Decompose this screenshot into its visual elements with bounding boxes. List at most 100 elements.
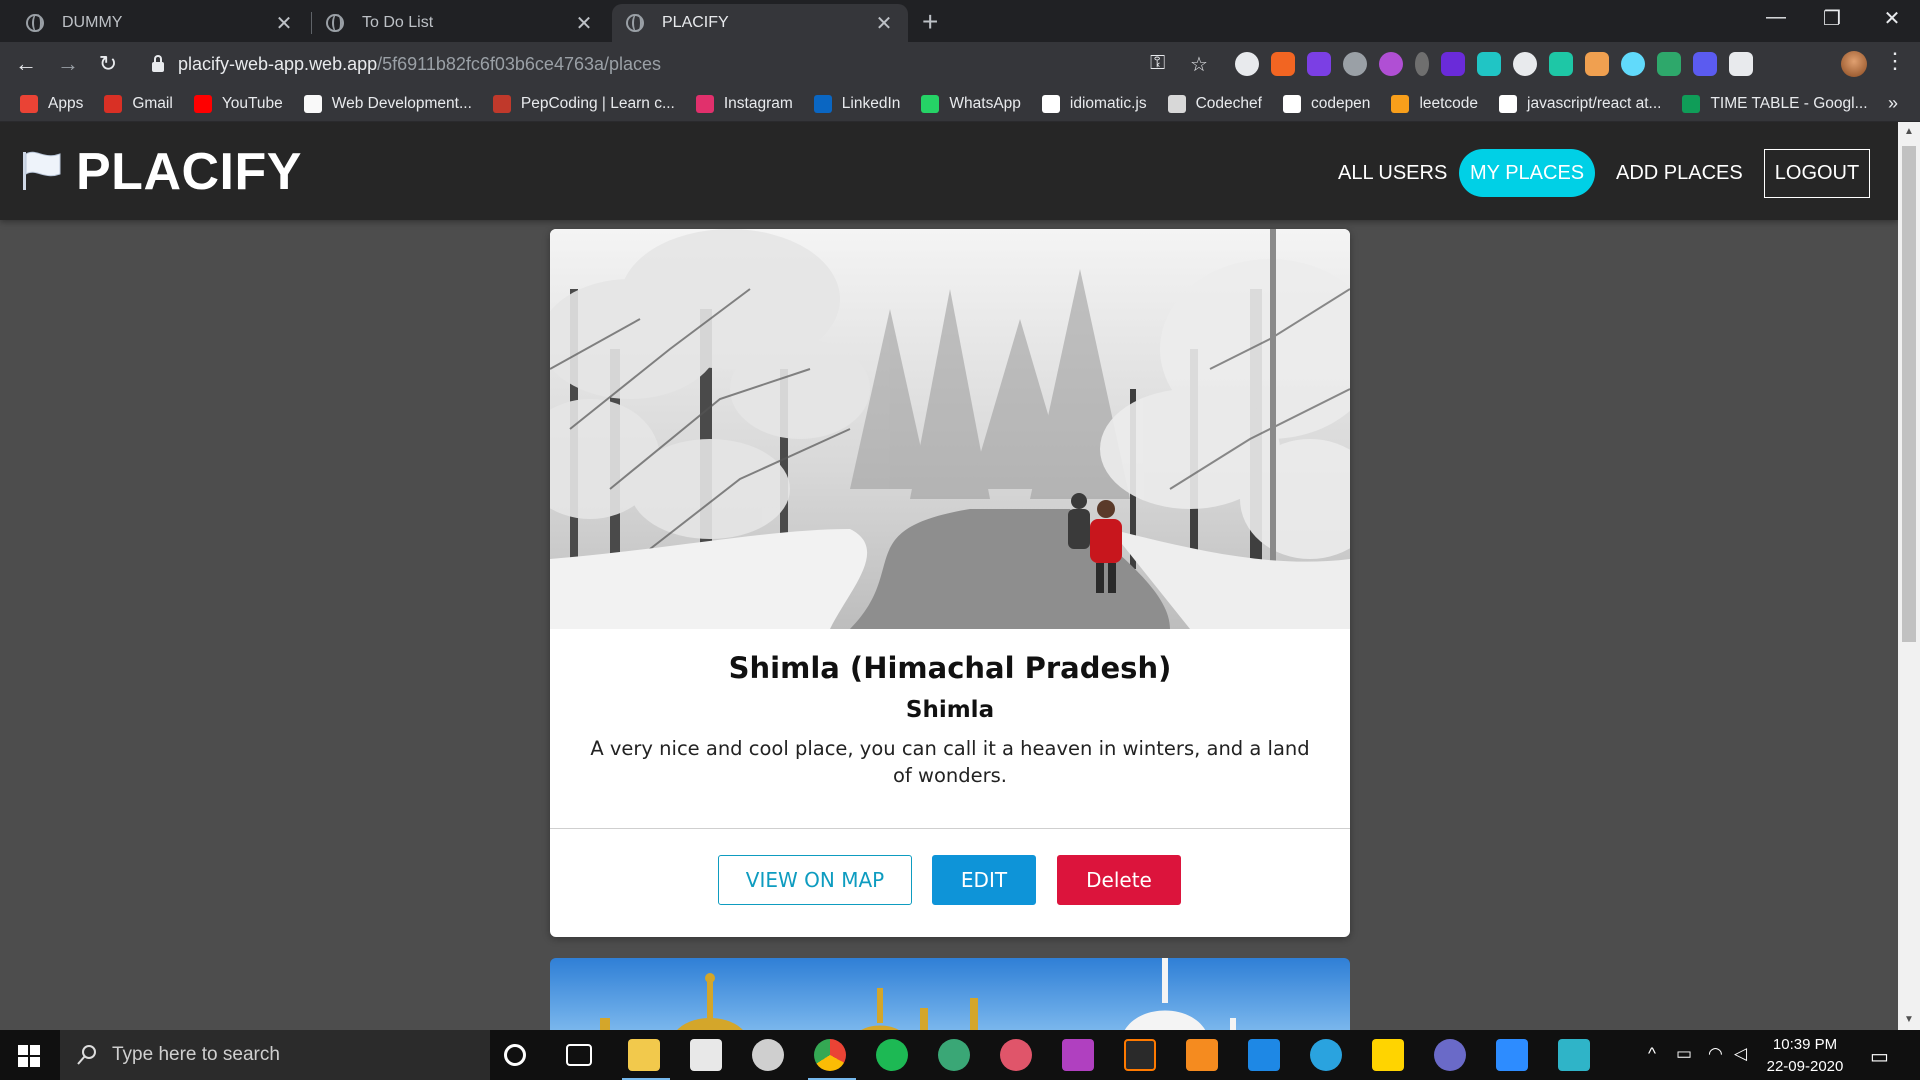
tab-placify[interactable]: PLACIFY ✕ bbox=[612, 4, 908, 42]
place-card-actions: VIEW ON MAP EDIT Delete bbox=[550, 829, 1350, 937]
star-icon[interactable]: ☆ bbox=[1190, 52, 1208, 77]
task-view-icon[interactable] bbox=[566, 1044, 592, 1066]
bookmark-item[interactable]: Apps bbox=[20, 94, 83, 113]
instagram-icon bbox=[695, 94, 714, 113]
bookmark-item[interactable]: Web Development... bbox=[303, 94, 472, 113]
spotify-icon[interactable] bbox=[876, 1039, 908, 1071]
close-tab-icon[interactable]: ✕ bbox=[274, 11, 294, 36]
web-page: PLACIFY ALL USERS MY PLACES ADD PLACES L… bbox=[0, 122, 1898, 1030]
zoom-icon[interactable] bbox=[1496, 1039, 1528, 1071]
notifications-icon[interactable]: ▭ bbox=[1870, 1044, 1889, 1069]
app-header: PLACIFY ALL USERS MY PLACES ADD PLACES L… bbox=[0, 122, 1898, 220]
new-tab-icon[interactable]: + bbox=[922, 6, 938, 38]
eclipse-icon[interactable] bbox=[1434, 1039, 1466, 1071]
intellij-icon[interactable] bbox=[1062, 1039, 1094, 1071]
bookmark-item[interactable]: YouTube bbox=[193, 94, 283, 113]
nav-add-places[interactable]: ADD PLACES bbox=[1606, 149, 1753, 197]
flag-logo-icon[interactable] bbox=[20, 150, 64, 192]
bookmark-item[interactable]: idiomatic.js bbox=[1041, 94, 1147, 113]
logout-button[interactable]: LOGOUT bbox=[1764, 149, 1870, 198]
onenote-icon[interactable] bbox=[1307, 52, 1331, 76]
extension-icon[interactable] bbox=[1585, 52, 1609, 76]
sticky-notes-icon[interactable] bbox=[1372, 1039, 1404, 1071]
bookmark-item[interactable]: codepen bbox=[1282, 94, 1371, 113]
profile-avatar[interactable] bbox=[1841, 51, 1867, 77]
close-window-icon[interactable]: ✕ bbox=[1872, 6, 1912, 31]
nav-all-users[interactable]: ALL USERS bbox=[1328, 149, 1457, 197]
bookmark-item[interactable]: leetcode bbox=[1391, 94, 1478, 113]
close-tab-icon[interactable]: ✕ bbox=[574, 11, 594, 36]
telegram-icon[interactable] bbox=[1310, 1039, 1342, 1071]
terminal-icon[interactable] bbox=[1124, 1039, 1156, 1071]
atom-icon[interactable] bbox=[938, 1039, 970, 1071]
extension-icon[interactable] bbox=[1415, 52, 1429, 76]
sublime-text-icon[interactable] bbox=[1186, 1039, 1218, 1071]
taskbar-clock[interactable]: 10:39 PM 22-09-2020 bbox=[1760, 1034, 1850, 1078]
extension-icon[interactable] bbox=[1477, 52, 1501, 76]
file-explorer-icon[interactable] bbox=[628, 1039, 660, 1071]
back-arrow-icon[interactable]: ← bbox=[10, 48, 42, 80]
globe-icon bbox=[326, 14, 344, 32]
bookmark-item[interactable]: Instagram bbox=[695, 94, 793, 113]
close-tab-icon[interactable]: ✕ bbox=[874, 11, 894, 36]
bookmark-label: TIME TABLE - Googl... bbox=[1710, 94, 1868, 112]
wifi-icon[interactable]: ◠ bbox=[1708, 1044, 1723, 1064]
bookmark-item[interactable]: LinkedIn bbox=[813, 94, 900, 113]
view-on-map-button[interactable]: VIEW ON MAP bbox=[718, 855, 912, 905]
pepcoding-icon bbox=[492, 94, 511, 113]
volume-icon[interactable]: ◁ bbox=[1734, 1044, 1747, 1064]
vscode-icon[interactable] bbox=[1248, 1039, 1280, 1071]
scrollbar-thumb[interactable] bbox=[1902, 146, 1916, 642]
bookmark-item[interactable]: TIME TABLE - Googl... bbox=[1682, 94, 1868, 113]
app-icon[interactable] bbox=[1000, 1039, 1032, 1071]
delete-button[interactable]: Delete bbox=[1057, 855, 1181, 905]
bookmark-label: Instagram bbox=[723, 94, 793, 112]
store-icon[interactable] bbox=[690, 1039, 722, 1071]
extension-icon[interactable] bbox=[1657, 52, 1681, 76]
extension-icon[interactable] bbox=[1549, 52, 1573, 76]
puzzle-icon[interactable] bbox=[1729, 52, 1753, 76]
windows-start-icon[interactable] bbox=[18, 1045, 40, 1067]
clock-date: 22-09-2020 bbox=[1766, 1058, 1844, 1075]
key-icon[interactable]: ⚿ bbox=[1150, 52, 1165, 75]
bookmark-item[interactable]: javascript/react at... bbox=[1499, 94, 1661, 113]
tab-dummy[interactable]: DUMMY ✕ bbox=[12, 4, 308, 42]
extension-icon[interactable] bbox=[1693, 52, 1717, 76]
brand-title[interactable]: PLACIFY bbox=[76, 142, 302, 202]
taskbar-search[interactable]: Type here to search bbox=[60, 1030, 490, 1080]
extension-icon[interactable] bbox=[1379, 52, 1403, 76]
bookmark-label: YouTube bbox=[221, 94, 283, 112]
chrome-icon[interactable] bbox=[814, 1039, 846, 1071]
more-menu-icon[interactable]: ⋮ bbox=[1884, 48, 1906, 74]
react-devtools-icon[interactable] bbox=[1621, 52, 1645, 76]
gear-icon[interactable] bbox=[1513, 52, 1537, 76]
bookmark-item[interactable]: Codechef bbox=[1167, 94, 1262, 113]
cortana-icon[interactable] bbox=[504, 1044, 526, 1066]
bookmark-item[interactable]: WhatsApp bbox=[921, 94, 1021, 113]
settings-gear-icon[interactable] bbox=[752, 1039, 784, 1071]
extension-icon[interactable] bbox=[1271, 52, 1295, 76]
codechef-icon bbox=[1167, 94, 1186, 113]
extension-icon[interactable] bbox=[1441, 52, 1465, 76]
app-16-icon[interactable] bbox=[1558, 1039, 1590, 1071]
nav-my-places[interactable]: MY PLACES bbox=[1459, 149, 1596, 197]
tab-todo-list[interactable]: To Do List ✕ bbox=[312, 4, 608, 42]
forward-arrow-icon[interactable]: → bbox=[52, 48, 84, 80]
scroll-down-arrow-icon[interactable]: ▼ bbox=[1902, 1014, 1916, 1025]
reload-icon[interactable]: ↻ bbox=[92, 48, 124, 80]
battery-icon[interactable]: ▭ bbox=[1676, 1044, 1692, 1064]
github-icon bbox=[1041, 94, 1060, 113]
bookmark-label: codepen bbox=[1310, 94, 1371, 112]
minimize-icon[interactable]: — bbox=[1756, 6, 1796, 29]
extension-icon[interactable] bbox=[1235, 52, 1259, 76]
url-path: /5f6911b82fc6f03b6ce4763a/places bbox=[377, 53, 662, 74]
edit-button[interactable]: EDIT bbox=[932, 855, 1036, 905]
pocket-icon[interactable] bbox=[1343, 52, 1367, 76]
tray-chevron-icon[interactable]: ^ bbox=[1648, 1044, 1656, 1064]
more-bookmarks-icon[interactable]: » bbox=[1888, 93, 1898, 114]
scroll-up-arrow-icon[interactable]: ▲ bbox=[1902, 126, 1916, 137]
bookmark-item[interactable]: Gmail bbox=[104, 94, 173, 113]
bookmark-item[interactable]: PepCoding | Learn c... bbox=[492, 94, 675, 113]
restore-icon[interactable]: ❐ bbox=[1812, 6, 1852, 31]
address-bar[interactable]: placify-web-app.web.app/5f6911b82fc6f03b… bbox=[140, 48, 1200, 80]
